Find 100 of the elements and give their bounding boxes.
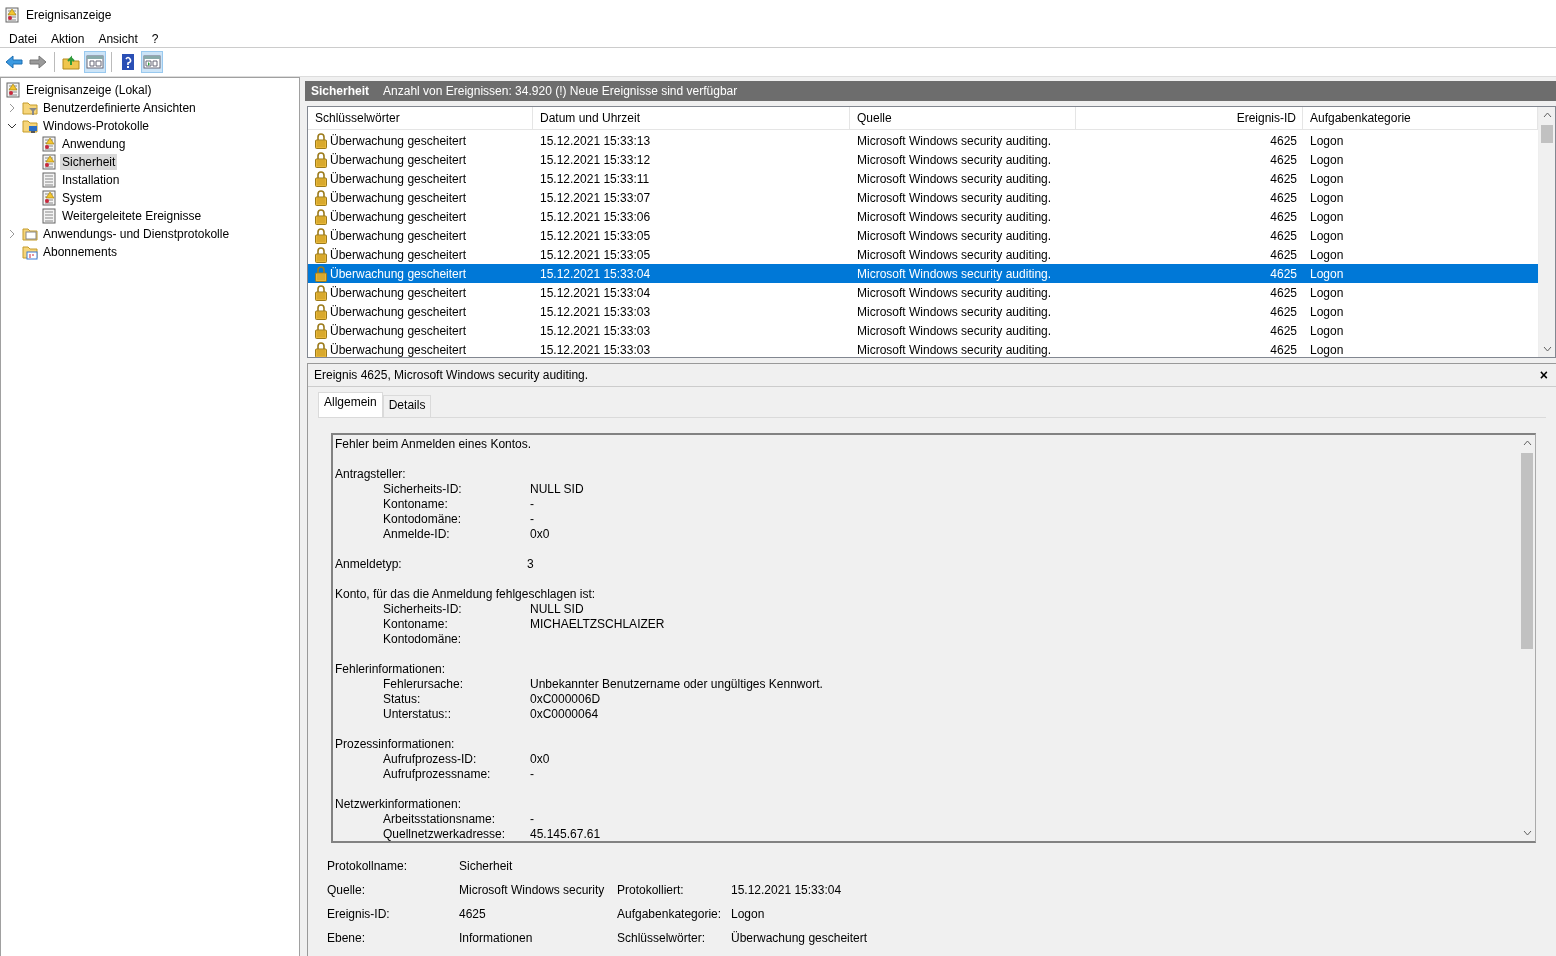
field-value: - [530, 767, 534, 782]
tab[interactable]: Details [382, 395, 432, 417]
scroll-thumb[interactable] [1541, 125, 1553, 143]
field-label: Aufrufprozess-ID: [383, 752, 477, 766]
menu-item[interactable]: ? [144, 29, 166, 48]
scroll-up-icon [1522, 440, 1532, 446]
section-heading: Prozessinformationen: [335, 737, 455, 752]
property-value: 4625 [459, 907, 487, 922]
event-row[interactable]: Überwachung gescheitert 15.12.2021 15:33:04 Microsoft Windows security auditing. 4625 Logon [308, 283, 1538, 302]
section-heading: Anmeldetyp: [335, 557, 403, 572]
event-row[interactable]: Überwachung gescheitert 15.12.2021 15:33:07 Microsoft Windows security auditing. 4625 Logon [308, 188, 1538, 207]
field-label: Kontodomäne: [383, 512, 462, 526]
window-title: Ereignisanzeige [26, 8, 112, 22]
event-row[interactable]: Überwachung gescheitert 15.12.2021 15:33:12 Microsoft Windows security auditing. 4625 Logon [308, 150, 1538, 169]
field-label: Arbeitsstationsname: [383, 812, 496, 826]
tree-item[interactable]: System [60, 190, 104, 206]
tree-item[interactable]: Windows-Protokolle [41, 118, 152, 134]
log-warning-icon [41, 136, 57, 152]
event-row[interactable]: Überwachung gescheitert 15.12.2021 15:33:05 Microsoft Windows security auditing. 4625 Logon [308, 245, 1538, 264]
table-cell-text: 15.12.2021 15:33:05 [539, 228, 652, 243]
event-title: Ereignis 4625, Microsoft Windows security auditing. [314, 368, 589, 382]
field-value: 3 [527, 557, 534, 572]
event-row[interactable]: Überwachung gescheitert 15.12.2021 15:33:06 Microsoft Windows security auditing. 4625 Logon [308, 207, 1538, 226]
section-heading: Fehlerinformationen: [335, 662, 446, 677]
tab[interactable]: Allgemein [318, 392, 383, 417]
menu-item[interactable]: Ansicht [91, 29, 145, 48]
event-row[interactable]: Überwachung gescheitert 15.12.2021 15:33:11 Microsoft Windows security auditing. 4625 Logon [308, 169, 1538, 188]
event-row[interactable]: Überwachung gescheitert 15.12.2021 15:33:03 Microsoft Windows security auditing. 4625 Logon [308, 340, 1538, 357]
menu-item[interactable]: Aktion [44, 29, 92, 48]
lock-icon [314, 189, 328, 206]
lock-icon [314, 132, 328, 149]
log-icon [41, 208, 57, 224]
event-row[interactable]: Überwachung gescheitert 15.12.2021 15:33:05 Microsoft Windows security auditing. 4625 Logon [308, 226, 1538, 245]
event-row[interactable]: Überwachung gescheitert 15.12.2021 15:33:13 Microsoft Windows security auditing. 4625 Logon [308, 131, 1538, 150]
table-cell: Überwachung gescheitert [330, 285, 467, 300]
tree-item[interactable]: Installation [60, 172, 122, 188]
field-label: Unterstatus:: [383, 707, 452, 721]
scroll-thumb[interactable] [1521, 453, 1533, 649]
table-cell: Überwachung gescheitert [330, 247, 467, 262]
folder-computer-icon [22, 118, 38, 134]
table-cell-text: Microsoft Windows security auditing. [856, 342, 1053, 357]
table-cell-text: 4625 [1269, 133, 1298, 148]
field-label: Quellnetzwerkadresse: [383, 827, 506, 841]
table-cell-text: Logon [1309, 323, 1345, 338]
log-warning-icon [41, 190, 57, 206]
table-cell-text: 4625 [1269, 152, 1298, 167]
event-count-text: Anzahl von Ereignissen: 34.920 (!) Neue Ereignisse sind verfügbar [383, 84, 738, 98]
tree-item[interactable]: Weitergeleitete Ereignisse [60, 208, 204, 224]
app-icon [4, 7, 20, 23]
folder-up-icon [62, 54, 80, 70]
property-label: Ereignis-ID: [327, 907, 391, 922]
tree-item[interactable]: Ereignisanzeige (Lokal) [24, 82, 154, 98]
table-cell-text: 15.12.2021 15:33:03 [539, 323, 652, 338]
table-cell-text: Microsoft Windows security auditing. [856, 228, 1053, 243]
table-cell-text: 15.12.2021 15:33:13 [539, 133, 652, 148]
lock-icon [314, 170, 328, 187]
column-header[interactable]: Quelle [850, 107, 1076, 129]
field-value: 0x0 [530, 752, 550, 767]
field-label: Sicherheits-ID: [383, 602, 462, 616]
tree-item[interactable]: Benutzerdefinierte Ansichten [41, 100, 198, 116]
table-cell-text: Microsoft Windows security auditing. [856, 171, 1053, 186]
lock-icon [314, 208, 328, 225]
event-row[interactable]: Überwachung gescheitert 15.12.2021 15:33:03 Microsoft Windows security auditing. 4625 Logon [308, 321, 1538, 340]
property-value: Informationen [459, 931, 534, 946]
column-header[interactable]: Ereignis-ID [1076, 107, 1303, 129]
table-cell-text: 15.12.2021 15:33:12 [539, 152, 652, 167]
tree-item[interactable]: Abonnements [41, 244, 120, 260]
table-cell-text: 4625 [1269, 247, 1298, 262]
table-cell-text: Logon [1309, 190, 1345, 205]
property-value: Überwachung gescheitert [731, 931, 869, 946]
table-cell-text: Logon [1309, 266, 1345, 281]
forward-arrow-icon [29, 54, 47, 70]
tree-item[interactable]: Anwendungs- und Dienstprotokolle [41, 226, 232, 242]
pane-icon [143, 54, 161, 70]
help-icon [119, 54, 137, 70]
property-label: Protokollname: [327, 859, 409, 874]
table-cell-text: Microsoft Windows security auditing. [856, 266, 1053, 281]
event-row[interactable]: Überwachung gescheitert 15.12.2021 15:33:04 Microsoft Windows security auditing. 4625 Logon [308, 264, 1538, 283]
table-cell: Überwachung gescheitert [330, 266, 467, 281]
lock-icon [314, 246, 328, 263]
table-cell-text: Microsoft Windows security auditing. [856, 247, 1053, 262]
tree-item[interactable]: Sicherheit [60, 154, 118, 170]
back-arrow-icon [5, 54, 23, 70]
scrollbar[interactable] [1538, 107, 1555, 357]
field-value: 0x0 [530, 527, 550, 542]
event-row[interactable]: Überwachung gescheitert 15.12.2021 15:33:03 Microsoft Windows security auditing. 4625 Logon [308, 302, 1538, 321]
column-header[interactable]: Schlüsselwörter [308, 107, 533, 129]
table-cell-text: Microsoft Windows security auditing. [856, 190, 1053, 205]
toolbar-button[interactable] [141, 51, 163, 73]
column-header[interactable]: Datum und Uhrzeit [533, 107, 850, 129]
field-value: - [530, 497, 534, 512]
tree-item[interactable]: Anwendung [60, 136, 128, 152]
table-cell-text: 4625 [1269, 209, 1298, 224]
folder-filter-icon [22, 100, 38, 116]
close-button[interactable]: × [1539, 367, 1548, 383]
lock-icon [314, 265, 328, 282]
chevron-icon[interactable] [7, 121, 17, 131]
table-cell-text: Logon [1309, 304, 1345, 319]
menu-item[interactable]: Datei [2, 29, 44, 48]
table-cell-text: 4625 [1269, 304, 1298, 319]
